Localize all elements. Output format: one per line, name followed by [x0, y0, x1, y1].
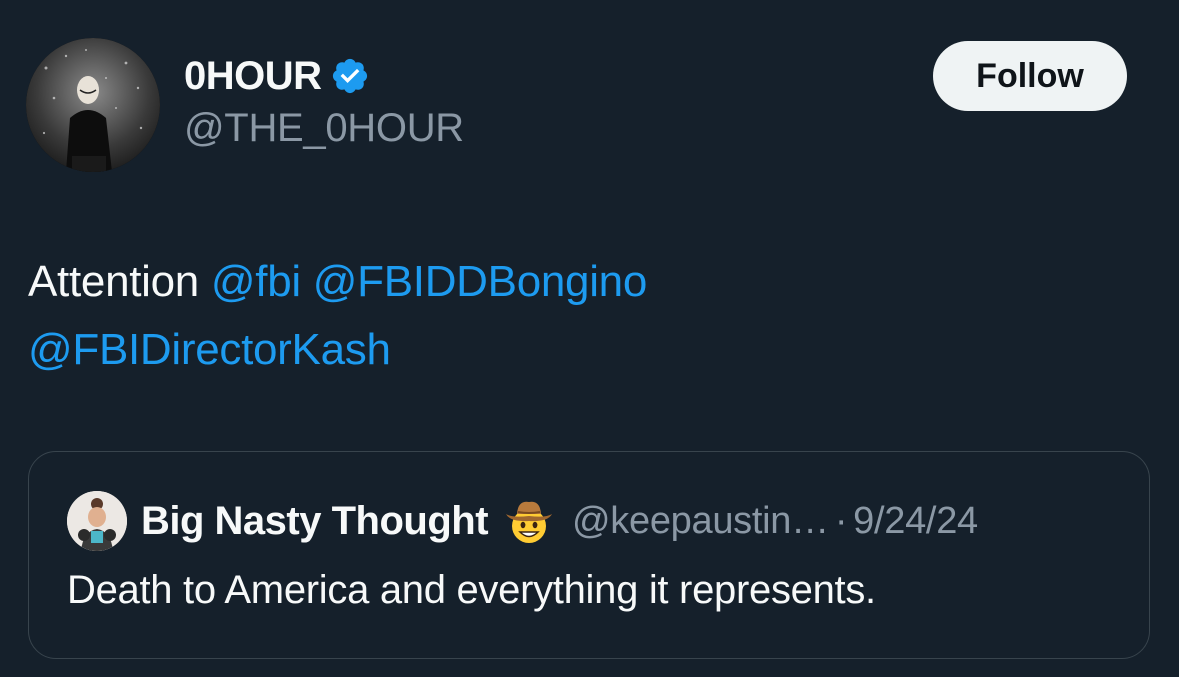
quoted-tweet-text: Death to America and everything it repre… — [67, 568, 876, 612]
avatar-image — [26, 38, 160, 172]
tweet: 0HOUR @THE_0HOUR Follow Attention @fbi @… — [0, 0, 1179, 677]
verified-badge-icon — [330, 56, 370, 96]
quoted-author-name[interactable]: Big Nasty Thought — [141, 499, 489, 544]
tweet-text: Attention @fbi @FBIDDBongino @FBIDirector… — [28, 248, 1148, 384]
follow-button[interactable]: Follow — [933, 41, 1127, 111]
author-handle[interactable]: @THE_0HOUR — [184, 106, 464, 151]
tweet-text-prefix: Attention — [28, 257, 211, 306]
mention-fbiddbongino[interactable]: @FBIDDBongino — [313, 257, 648, 306]
author-name-row[interactable]: 0HOUR — [184, 50, 370, 102]
date-separator: · — [834, 499, 848, 542]
mention-fbi[interactable]: @fbi — [211, 257, 301, 306]
quoted-tweet-date[interactable]: 9/24/24 — [853, 500, 978, 543]
cowboy-hat-face-icon — [502, 494, 556, 548]
author-avatar[interactable] — [26, 38, 160, 172]
mention-fbidirectorkash[interactable]: @FBIDirectorKash — [28, 325, 391, 374]
author-display-name[interactable]: 0HOUR — [184, 54, 322, 99]
quoted-author-handle[interactable]: @keepaustin… — [572, 500, 829, 543]
quoted-author-avatar[interactable] — [67, 491, 127, 551]
quoted-tweet-card[interactable]: Big Nasty Thought @keepaustin… · 9/24/24… — [28, 451, 1150, 659]
quoted-avatar-image — [67, 491, 127, 551]
quoted-tweet-header: Big Nasty Thought @keepaustin… · 9/24/24 — [67, 490, 978, 552]
